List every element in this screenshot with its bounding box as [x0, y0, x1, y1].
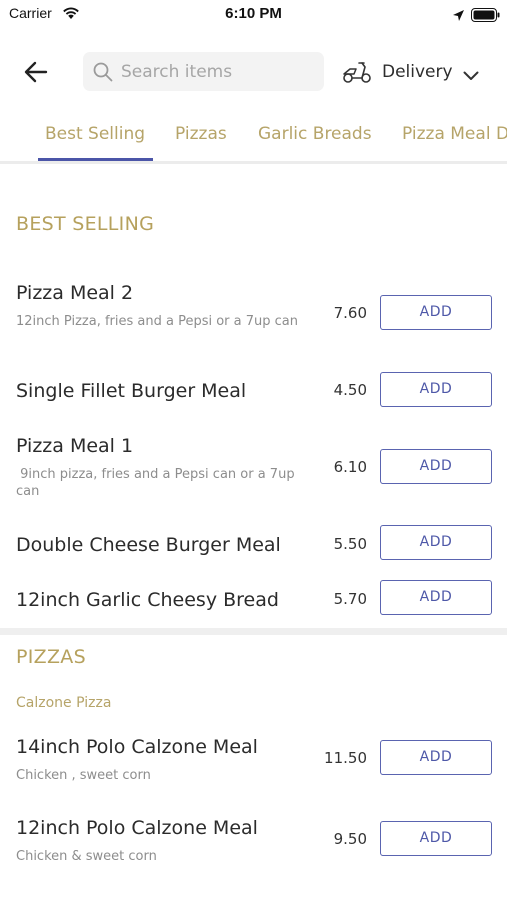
- item-name: Pizza Meal 1: [16, 435, 134, 457]
- add-button[interactable]: ADD: [380, 580, 492, 615]
- item-price: 9.50: [333, 830, 367, 848]
- add-button[interactable]: ADD: [380, 449, 492, 484]
- add-button[interactable]: ADD: [380, 821, 492, 856]
- add-button[interactable]: ADD: [380, 295, 492, 330]
- item-name: 12inch Garlic Cheesy Bread: [16, 589, 279, 611]
- add-button[interactable]: ADD: [380, 525, 492, 560]
- item-description: Chicken & sweet corn: [16, 849, 157, 864]
- item-price: 5.50: [333, 535, 367, 553]
- delivery-label: Delivery: [382, 62, 453, 82]
- add-button[interactable]: ADD: [380, 372, 492, 407]
- subcategory-title: Calzone Pizza: [16, 695, 112, 711]
- delivery-mode-selector[interactable]: Delivery: [341, 55, 491, 89]
- section-title-pizzas: PIZZAS: [16, 646, 86, 668]
- chevron-down-icon: [463, 66, 479, 85]
- item-description: Chicken , sweet corn: [16, 768, 151, 783]
- category-tabs: Best Selling Pizzas Garlic Breads Pizza …: [0, 120, 507, 162]
- back-button[interactable]: [22, 59, 50, 85]
- tab-pizza-meal-deals[interactable]: Pizza Meal D: [402, 124, 507, 144]
- item-price: 7.60: [333, 304, 367, 322]
- item-price: 4.50: [333, 381, 367, 399]
- header: Delivery: [0, 50, 507, 94]
- item-price: 11.50: [324, 749, 367, 767]
- item-price: 6.10: [333, 458, 367, 476]
- location-arrow-icon: [452, 7, 465, 26]
- item-name: Single Fillet Burger Meal: [16, 380, 247, 402]
- item-name: Pizza Meal 2: [16, 282, 134, 304]
- section-title-best-selling: BEST SELLING: [16, 213, 155, 235]
- section-divider: [0, 628, 507, 635]
- item-name: Double Cheese Burger Meal: [16, 534, 281, 556]
- item-name: 12inch Polo Calzone Meal: [16, 817, 258, 839]
- search-icon: [92, 61, 114, 87]
- item-description: 12inch Pizza, fries and a Pepsi or a 7up…: [16, 314, 299, 329]
- back-arrow-icon: [24, 61, 48, 83]
- search-input[interactable]: [121, 52, 316, 91]
- add-button[interactable]: ADD: [380, 740, 492, 775]
- item-price: 5.70: [333, 590, 367, 608]
- tab-garlic-breads[interactable]: Garlic Breads: [258, 124, 372, 144]
- tabs-divider: [0, 161, 507, 164]
- clock: 6:10 PM: [225, 5, 282, 22]
- battery-icon: [471, 7, 500, 26]
- search-box[interactable]: [83, 52, 324, 91]
- item-description: 9inch pizza, fries and a Pepsi can or a …: [16, 467, 299, 499]
- tab-best-selling[interactable]: Best Selling: [45, 124, 145, 144]
- status-bar: Carrier 6:10 PM: [0, 0, 507, 28]
- scooter-icon: [341, 60, 373, 88]
- item-name: 14inch Polo Calzone Meal: [16, 736, 258, 758]
- tab-pizzas[interactable]: Pizzas: [175, 124, 227, 144]
